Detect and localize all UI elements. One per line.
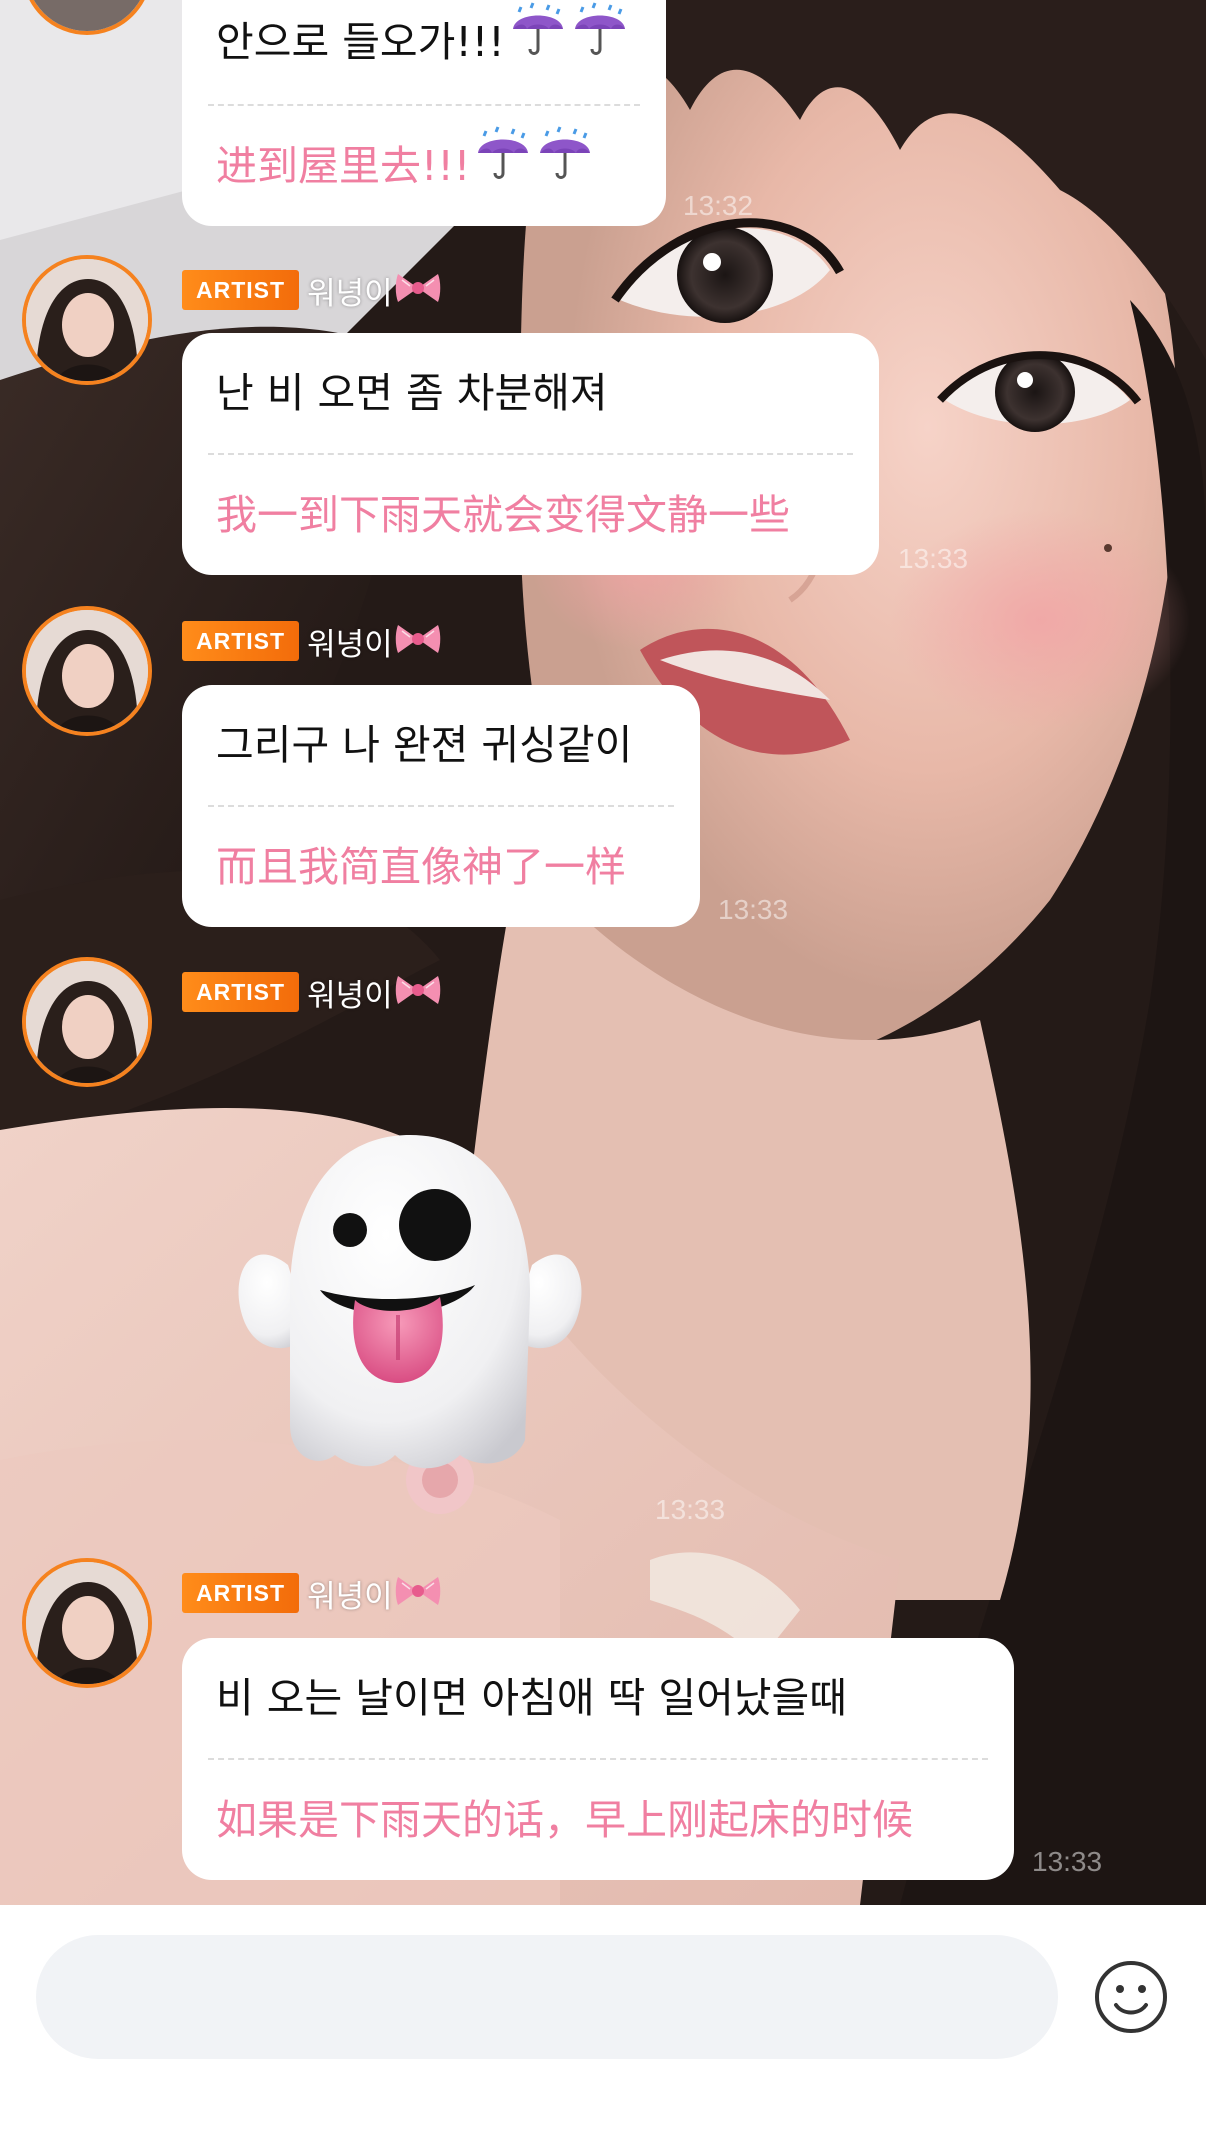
umbrella-with-rain-icon [536,109,594,229]
chat-message-list[interactable]: 안으로 들오가!!! 进到屋里去!!! 13:32 ARTIST 워녕이 난 비… [0,0,1206,1905]
sender-avatar[interactable] [22,255,152,385]
message-translation-text: 而且我简直像神了一样 [216,843,626,891]
message-timestamp: 13:33 [1032,1846,1103,1877]
sender-name-row: ARTIST 워녕이 [182,619,441,663]
sender-avatar[interactable] [22,606,152,736]
message-bubble[interactable]: 안으로 들오가!!! 进到屋里去!!! [182,0,666,226]
message-original-text: 그리구 나 완젼 귀싱같이 [216,721,633,769]
umbrella-with-rain-icon [571,0,629,107]
message-timestamp: 13:32 [683,190,754,221]
message-original-text: 난 비 오면 좀 차분해져 [216,369,608,417]
message-bubble[interactable]: 그리구 나 완젼 귀싱같이 而且我简直像神了一样 [182,685,700,927]
sender-avatar[interactable] [22,1558,152,1688]
sender-name[interactable]: 워녕이 [307,970,393,1015]
sender-name-row: ARTIST 워녕이 [182,1571,441,1615]
message-translation-text: 我一到下雨天就会变得文静一些 [216,491,790,539]
smiley-face-icon[interactable] [1093,1959,1169,2035]
ribbon-bow-icon [395,970,441,1014]
ribbon-bow-icon [395,268,441,312]
sender-avatar[interactable] [22,0,152,35]
umbrella-with-rain-icon [509,0,567,107]
artist-badge: ARTIST [182,1573,300,1613]
message-input[interactable] [36,1935,1058,2059]
message-bubble[interactable]: 난 비 오면 좀 차분해져 我一到下雨天就会变得文静一些 [182,333,879,575]
ghost-sticker[interactable] [220,1125,600,1485]
artist-badge: ARTIST [182,972,300,1012]
message-timestamp: 13:33 [898,543,969,574]
artist-badge: ARTIST [182,621,300,661]
message-translation-text: 进到屋里去!!! [216,106,632,226]
message-original-text: 비 오는 날이면 아침애 딱 일어났을때 [216,1674,847,1722]
sender-avatar[interactable] [22,957,152,1087]
sender-name[interactable]: 워녕이 [307,619,393,664]
message-original-text: 안으로 들오가!!! [216,0,632,104]
artist-badge: ARTIST [182,270,300,310]
message-timestamp: 13:33 [655,1494,726,1525]
sender-name-row: ARTIST 워녕이 [182,268,441,312]
message-translation-text: 如果是下雨天的话，早上刚起床的时候 [216,1796,913,1844]
sender-name[interactable]: 워녕이 [307,268,393,313]
message-timestamp: 13:33 [718,894,789,925]
chat-screen: 안으로 들오가!!! 进到屋里去!!! 13:32 ARTIST 워녕이 난 비… [0,0,1206,2143]
sender-name-row: ARTIST 워녕이 [182,970,441,1014]
ribbon-bow-icon [395,619,441,663]
message-input-bar [0,1905,1206,2143]
sender-name[interactable]: 워녕이 [307,1571,393,1616]
umbrella-with-rain-icon [474,109,532,229]
ribbon-bow-icon [395,1571,441,1615]
message-bubble[interactable]: 비 오는 날이면 아침애 딱 일어났을때 如果是下雨天的话，早上刚起床的时候 [182,1638,1014,1880]
